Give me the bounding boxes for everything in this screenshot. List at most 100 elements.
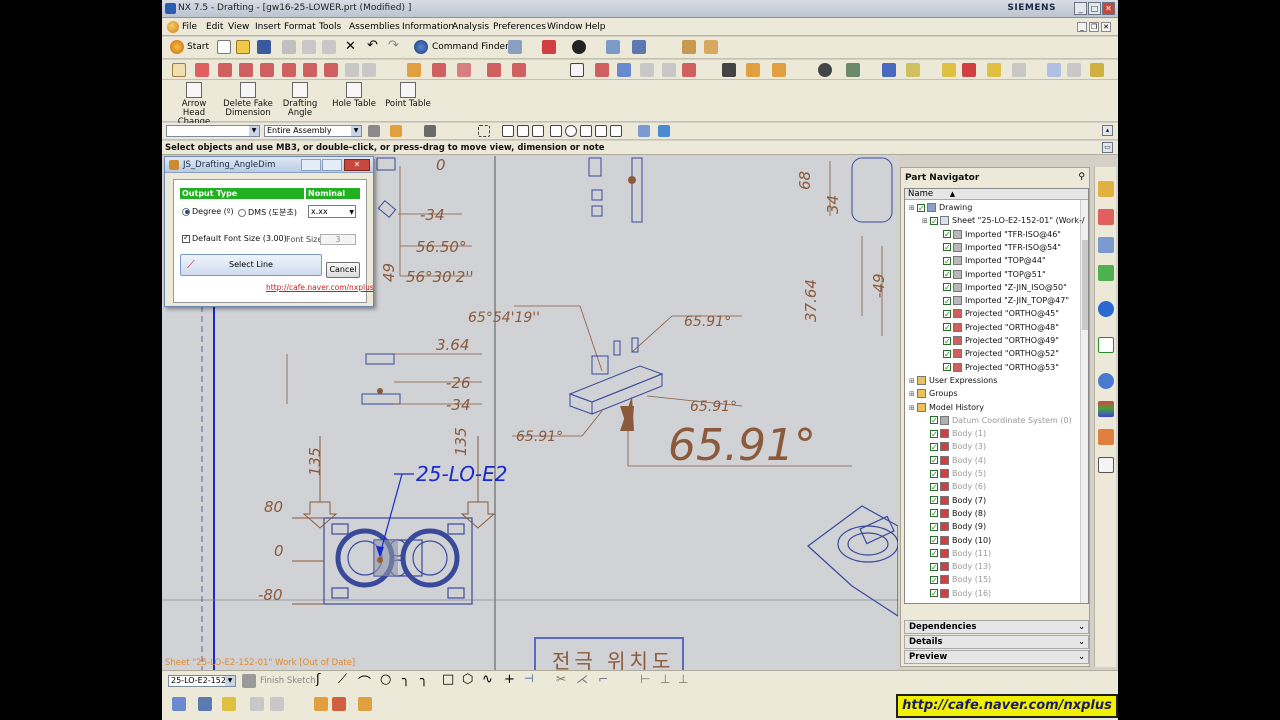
tree-row[interactable]: Body (11): [922, 547, 991, 560]
snap-line-icon[interactable]: [517, 125, 529, 137]
arc-icon[interactable]: ⌒: [358, 672, 371, 691]
process-studio-icon[interactable]: [1098, 429, 1114, 445]
tree-row[interactable]: Projected "ORTHO@52": [935, 347, 1059, 361]
menu-edit[interactable]: Edit: [206, 22, 223, 32]
visibility-check-icon[interactable]: [943, 321, 951, 334]
scroll-thumb[interactable]: [1082, 240, 1088, 330]
feature-control-icon[interactable]: [595, 63, 609, 77]
preview-panel[interactable]: Preview ⌄: [904, 650, 1089, 664]
menu-preferences[interactable]: Preferences: [493, 22, 546, 32]
tree-row[interactable]: ⊞ Sheet "25-LO-E2-152-01" (Work-/: [922, 214, 1085, 228]
dim-text[interactable]: 0: [436, 156, 446, 174]
surface-finish-icon[interactable]: [457, 63, 471, 77]
dialog-title-bar[interactable]: JS_Drafting_AngleDim ✕: [165, 157, 373, 173]
tree-row[interactable]: Body (4): [922, 454, 986, 467]
save-icon[interactable]: [257, 40, 271, 54]
tree-row[interactable]: Body (6): [922, 480, 986, 494]
detail-view-icon[interactable]: [239, 63, 253, 77]
tree-row[interactable]: ⊞ Drawing: [909, 201, 972, 215]
dim-text[interactable]: -34: [420, 206, 445, 224]
assembly-navigator-icon[interactable]: [1098, 181, 1114, 197]
tree-row[interactable]: Body (9): [922, 520, 986, 534]
visibility-check-icon[interactable]: [943, 268, 951, 281]
dimension-icon[interactable]: [407, 63, 421, 77]
visibility-check-icon[interactable]: [930, 481, 938, 494]
snap-endpoint-icon[interactable]: [502, 125, 514, 137]
snap-center-icon[interactable]: [565, 125, 577, 137]
finish-sketch-icon[interactable]: [242, 674, 256, 688]
visibility-check-icon[interactable]: [930, 507, 938, 520]
polygon-icon[interactable]: ⬡: [462, 672, 473, 687]
auto-constrain-icon[interactable]: ⊥: [660, 672, 670, 686]
dim-text[interactable]: 37.64: [802, 279, 820, 322]
dim-text[interactable]: 0: [274, 542, 284, 560]
tree-row[interactable]: Body (5): [922, 467, 986, 481]
type-filter-combo[interactable]: ▼: [166, 125, 260, 137]
target-point-icon[interactable]: [662, 63, 676, 77]
tree-row[interactable]: ⊞ Groups: [909, 387, 958, 400]
dms-radio[interactable]: DMS (도분초): [238, 207, 297, 218]
assembly-icon[interactable]: [638, 125, 650, 137]
delete-fake-dimension-button[interactable]: Delete Fake Dimension: [222, 82, 274, 118]
roles-icon[interactable]: [1098, 457, 1114, 473]
tree-row[interactable]: Body (16): [922, 587, 991, 600]
point-add-icon[interactable]: +: [504, 672, 515, 687]
section-view-icon[interactable]: [260, 63, 274, 77]
visibility-check-icon[interactable]: [943, 295, 951, 308]
tree-row[interactable]: Projected "ORTHO@45": [935, 307, 1059, 321]
undo-icon[interactable]: ↶: [367, 38, 378, 53]
sketch-line-icon[interactable]: ⟋: [338, 672, 347, 687]
spline-icon[interactable]: ∿: [482, 672, 493, 687]
move-icon[interactable]: [314, 697, 328, 711]
constraint-navigator-icon[interactable]: [1098, 209, 1114, 225]
tree-row[interactable]: Body (1): [922, 427, 986, 441]
expand-toggle-icon[interactable]: ⊞: [909, 375, 917, 388]
reuse-library-icon[interactable]: [1098, 265, 1114, 281]
tree-row[interactable]: Body (8): [922, 507, 986, 520]
general-filter-icon[interactable]: [390, 125, 402, 137]
dim-text[interactable]: -49: [870, 274, 888, 299]
intersection-icon[interactable]: [682, 63, 696, 77]
tree-row[interactable]: Body (10): [922, 534, 991, 547]
fit-icon[interactable]: [542, 40, 556, 54]
dim-text[interactable]: 80: [264, 498, 283, 516]
redo-icon[interactable]: ↷: [388, 38, 399, 53]
tree-row[interactable]: Body (3): [922, 440, 986, 454]
edit-table-icon[interactable]: [1047, 63, 1061, 77]
rectangle-icon[interactable]: □: [442, 672, 454, 687]
menu-format[interactable]: Format: [284, 22, 316, 32]
visibility-check-icon[interactable]: [943, 308, 951, 321]
table-tools-icon[interactable]: [704, 40, 718, 54]
autoballoon-icon[interactable]: [962, 63, 976, 77]
menu-information[interactable]: Information: [402, 22, 454, 32]
dialog-minimize-button[interactable]: [301, 159, 321, 171]
start-icon[interactable]: [170, 40, 184, 54]
menu-tools[interactable]: Tools: [319, 22, 341, 32]
profile-icon[interactable]: ʃ: [316, 672, 320, 687]
tree-row[interactable]: Body (7): [922, 494, 986, 507]
extend-icon[interactable]: ⋌: [576, 672, 588, 686]
dim-text[interactable]: 65°54'19'': [468, 310, 540, 326]
menu-view[interactable]: View: [228, 22, 249, 32]
start-button[interactable]: Start: [187, 42, 209, 52]
dim-text[interactable]: -26: [446, 374, 471, 392]
delete-icon[interactable]: ✕: [345, 39, 356, 54]
view-style-icon[interactable]: [362, 63, 376, 77]
dim-text[interactable]: 65.91°: [690, 399, 737, 415]
cafe-link[interactable]: http://cafe.naver.com/nxplus: [266, 283, 374, 292]
select-face-icon[interactable]: [424, 125, 436, 137]
dim-text[interactable]: -34: [446, 396, 471, 414]
snap-intersect-icon[interactable]: [595, 125, 607, 137]
dim-text-large[interactable]: 65.91°: [668, 420, 816, 471]
text-style-icon[interactable]: [882, 63, 896, 77]
visibility-check-icon[interactable]: [930, 428, 938, 441]
display-sheet-icon[interactable]: [345, 63, 359, 77]
sheet-combo[interactable]: 25-LO-E2-152 ▼: [168, 675, 236, 687]
dim-text[interactable]: -80: [258, 586, 283, 604]
visibility-check-icon[interactable]: [930, 414, 938, 427]
new-sheet-icon[interactable]: [172, 63, 186, 77]
arrow-head-change-button[interactable]: Arrow Head Change: [170, 82, 218, 127]
custom-symbol-icon[interactable]: [772, 63, 786, 77]
weld-symbol-icon[interactable]: [640, 63, 654, 77]
mdi-close-button[interactable]: ✕: [1101, 22, 1111, 32]
